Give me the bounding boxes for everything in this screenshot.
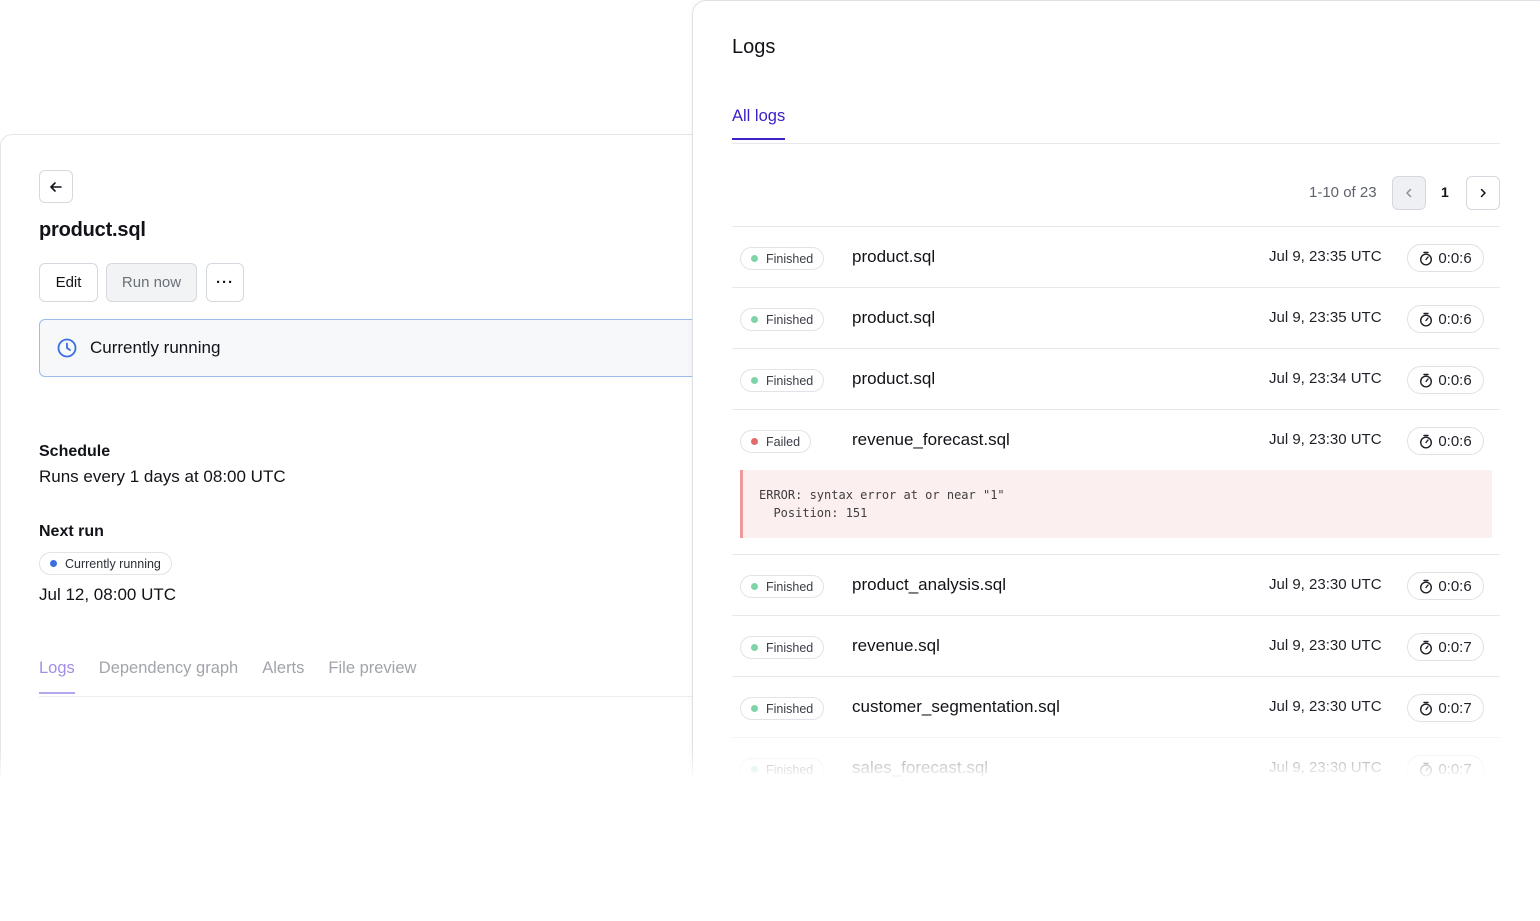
log-timestamp: Jul 9, 23:30 UTC <box>1269 576 1382 593</box>
clock-icon <box>57 338 77 358</box>
page-title: product.sql <box>39 219 146 241</box>
more-options-button[interactable]: ··· <box>206 263 244 302</box>
status-dot-icon <box>751 377 758 384</box>
log-status-badge: Finished <box>740 308 825 331</box>
log-duration-text: 0:0:7 <box>1438 638 1472 656</box>
log-status-text: Finished <box>766 312 814 327</box>
log-timestamp: Jul 9, 23:30 UTC <box>1269 637 1382 654</box>
run-now-button[interactable]: Run now <box>106 263 197 302</box>
next-run-status-badge: Currently running <box>39 552 172 575</box>
log-row[interactable]: Failed revenue_forecast.sql Jul 9, 23:30 U… <box>732 409 1500 470</box>
log-duration-text: 0:0:6 <box>1438 371 1472 389</box>
status-dot-icon <box>751 316 758 323</box>
log-row[interactable]: Finished product.sql Jul 9, 23:34 UTC 0:0:6 <box>732 348 1500 409</box>
logs-title: Logs <box>732 36 776 58</box>
log-status-text: Finished <box>766 640 814 655</box>
log-status-badge: Finished <box>740 636 825 659</box>
log-timestamp: Jul 9, 23:34 UTC <box>1269 370 1382 387</box>
schedule-label: Schedule <box>39 443 111 460</box>
log-file-name: product.sql <box>852 369 936 388</box>
log-status-text: Failed <box>766 434 801 449</box>
log-status-badge: Failed <box>740 430 812 453</box>
log-file-name: revenue_forecast.sql <box>852 430 1010 449</box>
log-row[interactable]: Finished product.sql Jul 9, 23:35 UTC 0:0:6 <box>732 226 1500 287</box>
log-duration: 0:0:6 <box>1407 366 1484 394</box>
stopwatch-icon <box>1420 434 1433 449</box>
log-duration: 0:0:6 <box>1407 427 1484 455</box>
schedule-value: Runs every 1 days at 08:00 UTC <box>39 467 286 486</box>
log-row[interactable]: Finished product_analysis.sql Jul 9, 23:30… <box>732 554 1500 615</box>
log-duration-text: 0:0:6 <box>1438 249 1472 267</box>
detail-tabs: Logs Dependency graph Alerts File previe… <box>39 659 416 694</box>
log-file-name: customer_segmentation.sql <box>852 697 1060 716</box>
log-timestamp: Jul 9, 23:35 UTC <box>1269 309 1382 326</box>
status-dot-icon <box>751 255 758 262</box>
next-run-status-text: Currently running <box>65 556 161 571</box>
log-duration-text: 0:0:6 <box>1438 577 1472 595</box>
log-file-name: revenue.sql <box>852 636 940 655</box>
log-timestamp: Jul 9, 23:30 UTC <box>1269 431 1382 448</box>
logs-tabs-divider <box>732 143 1500 144</box>
log-duration-text: 0:0:6 <box>1438 432 1472 450</box>
log-file-name: product.sql <box>852 247 936 266</box>
log-status-badge: Finished <box>740 697 825 720</box>
log-timestamp: Jul 9, 23:30 UTC <box>1269 698 1382 715</box>
previous-page-button[interactable] <box>1392 176 1426 210</box>
status-dot-icon <box>751 438 758 445</box>
log-duration-text: 0:0:6 <box>1438 310 1472 328</box>
tab-dependency-graph[interactable]: Dependency graph <box>99 659 238 694</box>
log-duration: 0:0:6 <box>1407 244 1484 272</box>
log-row[interactable]: Finished revenue.sql Jul 9, 23:30 UTC 0:0:7 <box>732 615 1500 676</box>
stopwatch-icon <box>1420 312 1433 327</box>
log-status-text: Finished <box>766 701 814 716</box>
error-message: ERROR: syntax error at or near "1" Posit… <box>740 470 1492 538</box>
log-row[interactable]: Finished product.sql Jul 9, 23:35 UTC 0:0:6 <box>732 287 1500 348</box>
next-page-button[interactable] <box>1466 176 1500 210</box>
stopwatch-icon <box>1420 640 1433 655</box>
tab-logs[interactable]: Logs <box>39 659 75 694</box>
log-row[interactable]: Finished customer_segmentation.sql Jul 9, … <box>732 676 1500 737</box>
tab-file-preview[interactable]: File preview <box>328 659 416 694</box>
log-file-name: product.sql <box>852 308 936 327</box>
current-page-number[interactable]: 1 <box>1441 184 1449 200</box>
stopwatch-icon <box>1420 579 1433 594</box>
running-banner: Currently running <box>39 319 779 377</box>
pagination-count: 1-10 of 23 <box>1309 184 1377 201</box>
tab-alerts[interactable]: Alerts <box>262 659 304 694</box>
stopwatch-icon <box>1420 251 1433 266</box>
log-status-text: Finished <box>766 579 814 594</box>
log-status-text: Finished <box>766 373 814 388</box>
status-dot-icon <box>751 644 758 651</box>
edit-button[interactable]: Edit <box>39 263 98 302</box>
arrow-left-icon <box>50 181 62 192</box>
log-duration: 0:0:6 <box>1407 305 1484 333</box>
stopwatch-icon <box>1420 373 1433 388</box>
log-timestamp: Jul 9, 23:35 UTC <box>1269 248 1382 265</box>
status-dot-icon <box>751 705 758 712</box>
next-run-value: Jul 12, 08:00 UTC <box>39 585 177 604</box>
log-status-text: Finished <box>766 251 814 266</box>
stopwatch-icon <box>1420 701 1433 716</box>
tabs-divider <box>39 696 739 697</box>
tab-all-logs[interactable]: All logs <box>732 107 786 140</box>
log-duration-text: 0:0:7 <box>1438 699 1472 717</box>
running-dot-icon <box>50 560 57 567</box>
log-duration: 0:0:7 <box>1407 694 1484 722</box>
chevron-right-icon <box>1480 188 1486 198</box>
log-list: Finished product.sql Jul 9, 23:35 UTC 0:0:6… <box>732 226 1500 798</box>
running-banner-text: Currently running <box>90 338 221 357</box>
log-duration: 0:0:6 <box>1407 572 1484 600</box>
log-status-badge: Finished <box>740 369 825 392</box>
log-duration: 0:0:7 <box>1407 633 1484 661</box>
back-button[interactable] <box>39 170 73 203</box>
log-status-badge: Finished <box>740 575 825 598</box>
bottom-fade <box>0 750 1540 921</box>
log-file-name: product_analysis.sql <box>852 575 1007 594</box>
log-status-badge: Finished <box>740 247 825 270</box>
next-run-label: Next run <box>39 523 104 540</box>
status-dot-icon <box>751 583 758 590</box>
chevron-left-icon <box>1406 188 1412 198</box>
